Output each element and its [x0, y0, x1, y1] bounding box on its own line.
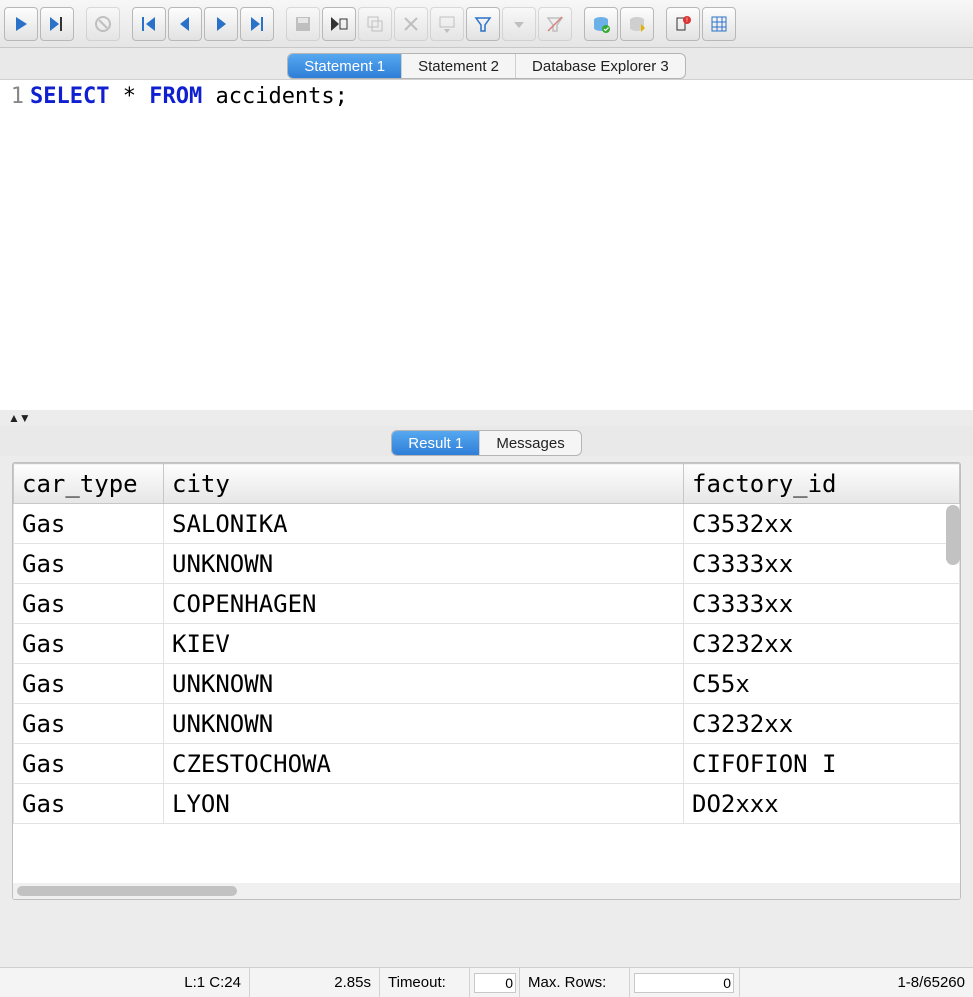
table-cell[interactable]: KIEV	[164, 624, 684, 664]
timeout-input[interactable]	[474, 973, 516, 993]
duplicate-row-button[interactable]	[358, 7, 392, 41]
table-row[interactable]: GasLYONDO2xxx	[14, 784, 960, 824]
table-cell[interactable]: Gas	[14, 784, 164, 824]
table-cell[interactable]: UNKNOWN	[164, 544, 684, 584]
table-cell[interactable]: Gas	[14, 584, 164, 624]
table-cell[interactable]: Gas	[14, 544, 164, 584]
table-cell[interactable]: C55x	[684, 664, 960, 704]
table-cell[interactable]: CIFOFION I	[684, 744, 960, 784]
table-cell[interactable]: Gas	[14, 744, 164, 784]
table-row[interactable]: GasUNKNOWNC3333xx	[14, 544, 960, 584]
result-tab-bar: Result 1 Messages	[0, 426, 973, 456]
table-cell[interactable]: DO2xxx	[684, 784, 960, 824]
elapsed-time: 2.85s	[250, 968, 380, 997]
table-cell[interactable]: Gas	[14, 704, 164, 744]
commit-button[interactable]	[584, 7, 618, 41]
table-row[interactable]: GasUNKNOWNC3232xx	[14, 704, 960, 744]
table-cell[interactable]: C3232xx	[684, 704, 960, 744]
stop-button[interactable]	[86, 7, 120, 41]
table-row[interactable]: GasKIEVC3232xx	[14, 624, 960, 664]
grid-options-button[interactable]	[430, 7, 464, 41]
main-toolbar: !	[0, 0, 973, 48]
table-cell[interactable]: CZESTOCHOWA	[164, 744, 684, 784]
timeout-label: Timeout:	[380, 968, 470, 997]
table-row[interactable]: GasCOPENHAGENC3333xx	[14, 584, 960, 624]
table-cell[interactable]: Gas	[14, 504, 164, 544]
result-pane: car_type city factory_id GasSALONIKAC353…	[12, 462, 961, 900]
table-row[interactable]: GasUNKNOWNC55x	[14, 664, 960, 704]
first-record-button[interactable]	[132, 7, 166, 41]
clear-filter-button[interactable]	[538, 7, 572, 41]
column-header-city[interactable]: city	[164, 464, 684, 504]
column-header-car_type[interactable]: car_type	[14, 464, 164, 504]
max-rows-input[interactable]	[634, 973, 734, 993]
table-row[interactable]: GasCZESTOCHOWACIFOFION I	[14, 744, 960, 784]
filter-button[interactable]	[466, 7, 500, 41]
cursor-position: L:1 C:24	[0, 968, 250, 997]
editor-tab-bar: Statement 1 Statement 2 Database Explore…	[0, 48, 973, 80]
line-gutter: 1	[0, 80, 28, 410]
keyword-from: FROM	[149, 84, 202, 109]
sql-editor[interactable]: 1 SELECT * FROM accidents;	[0, 80, 973, 410]
table-cell[interactable]: C3333xx	[684, 584, 960, 624]
delete-row-button[interactable]	[394, 7, 428, 41]
result-grid[interactable]: car_type city factory_id GasSALONIKAC353…	[13, 463, 960, 883]
table-cell[interactable]: UNKNOWN	[164, 704, 684, 744]
prev-record-button[interactable]	[168, 7, 202, 41]
run-button[interactable]	[4, 7, 38, 41]
insert-row-button[interactable]	[322, 7, 356, 41]
table-cell[interactable]: Gas	[14, 664, 164, 704]
table-cell[interactable]: LYON	[164, 784, 684, 824]
run-to-cursor-button[interactable]	[40, 7, 74, 41]
filter-dropdown-button[interactable]	[502, 7, 536, 41]
scrollbar-thumb[interactable]	[17, 886, 237, 896]
table-cell[interactable]: C3232xx	[684, 624, 960, 664]
table-cell[interactable]: UNKNOWN	[164, 664, 684, 704]
vertical-scrollbar[interactable]	[946, 505, 960, 565]
column-header-factory_id[interactable]: factory_id	[684, 464, 960, 504]
keyword-select: SELECT	[30, 84, 109, 109]
tab-statement-1[interactable]: Statement 1	[288, 54, 402, 78]
table-cell[interactable]: SALONIKA	[164, 504, 684, 544]
table-cell[interactable]: C3333xx	[684, 544, 960, 584]
table-cell[interactable]: COPENHAGEN	[164, 584, 684, 624]
status-bar: L:1 C:24 2.85s Timeout: Max. Rows: 1-8/6…	[0, 967, 973, 997]
pane-splitter[interactable]: ▲▼	[0, 410, 973, 426]
table-cell[interactable]: Gas	[14, 624, 164, 664]
table-cell[interactable]: C3532xx	[684, 504, 960, 544]
save-button[interactable]	[286, 7, 320, 41]
sql-rest: accidents;	[202, 84, 348, 109]
table-row[interactable]: GasSALONIKAC3532xx	[14, 504, 960, 544]
next-record-button[interactable]	[204, 7, 238, 41]
last-record-button[interactable]	[240, 7, 274, 41]
rollback-button[interactable]	[620, 7, 654, 41]
tab-database-explorer-3[interactable]: Database Explorer 3	[516, 54, 685, 78]
row-range: 1-8/65260	[740, 968, 973, 997]
horizontal-scrollbar[interactable]	[13, 883, 960, 899]
tab-result-1[interactable]: Result 1	[392, 431, 480, 455]
splitter-handle-icon: ▲▼	[8, 413, 30, 423]
tab-messages[interactable]: Messages	[480, 431, 580, 455]
sql-code[interactable]: SELECT * FROM accidents;	[28, 80, 973, 410]
error-log-button[interactable]: !	[666, 7, 700, 41]
sql-star: *	[109, 84, 149, 109]
tab-statement-2[interactable]: Statement 2	[402, 54, 516, 78]
max-rows-label: Max. Rows:	[520, 968, 630, 997]
grid-view-button[interactable]	[702, 7, 736, 41]
